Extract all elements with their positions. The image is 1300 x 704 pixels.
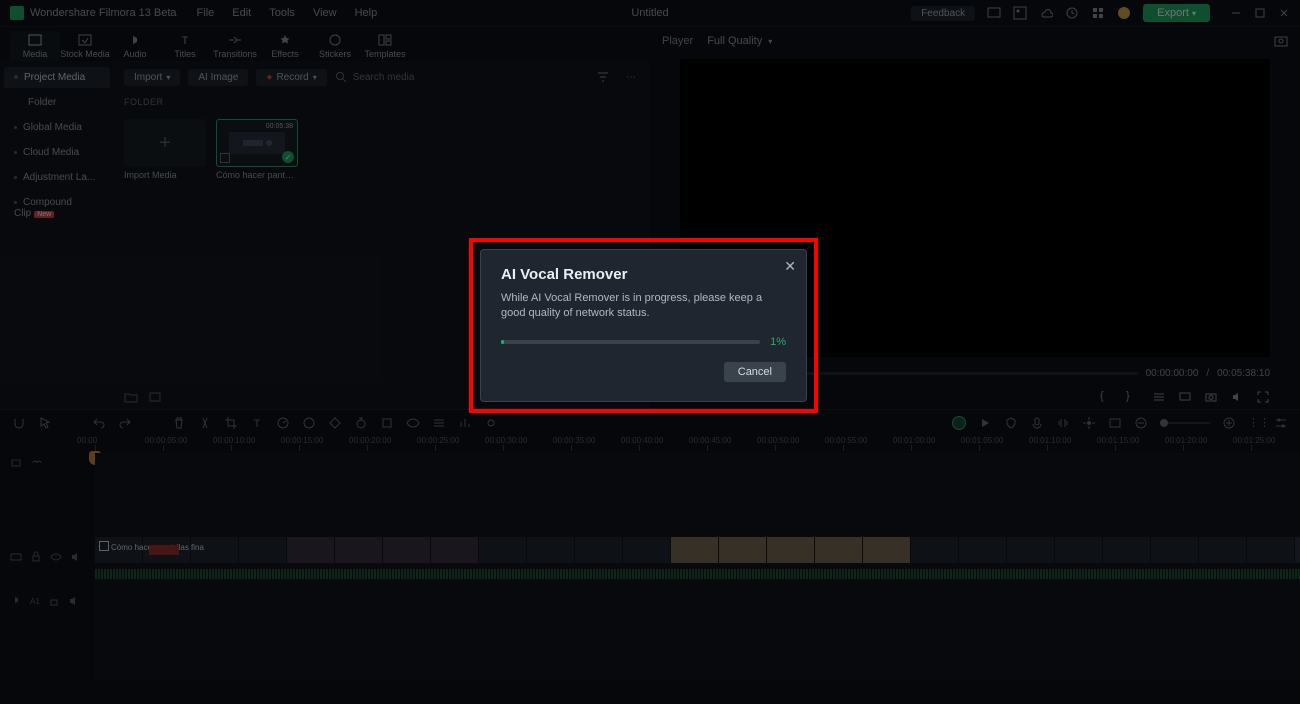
cancel-button[interactable]: Cancel [724,362,786,382]
highlight-box: ✕ AI Vocal Remover While AI Vocal Remove… [469,238,818,413]
ai-vocal-remover-dialog: ✕ AI Vocal Remover While AI Vocal Remove… [480,249,807,402]
progress-percent: 1% [770,336,786,348]
progress-bar [501,340,760,344]
dialog-title: AI Vocal Remover [501,266,786,283]
dialog-body: While AI Vocal Remover is in progress, p… [501,291,786,322]
close-button[interactable]: ✕ [784,258,796,275]
